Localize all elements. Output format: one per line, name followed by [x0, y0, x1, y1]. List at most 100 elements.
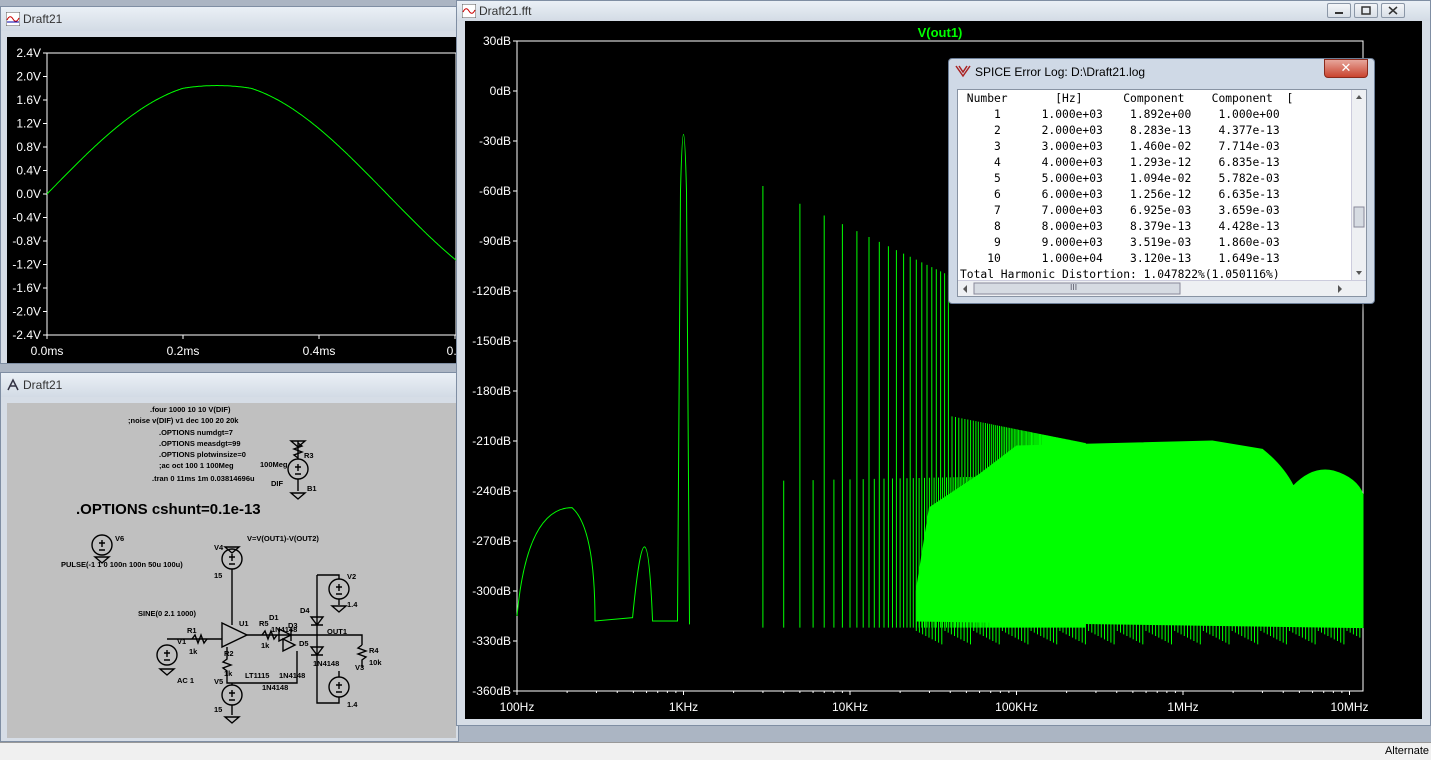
- error-log-horizontal-scrollbar[interactable]: III: [958, 280, 1366, 296]
- component-label-r3v: 100Meg: [260, 460, 288, 469]
- component-label-lt: LT1115: [245, 671, 270, 680]
- y-tick-label: 1.6V: [16, 93, 41, 107]
- y-tick-label: -240dB: [472, 484, 511, 498]
- component-label-d3m: 1N4148: [262, 683, 289, 692]
- y-tick-label: -30dB: [479, 134, 511, 148]
- waveform-trace: [46, 85, 457, 261]
- component-label-r1v: 1k: [189, 647, 198, 656]
- chart-title: V(out1): [918, 25, 963, 40]
- waveform-icon: [462, 4, 476, 18]
- v1-source-icon-sign: [164, 650, 170, 661]
- v3-source-icon-sign: [336, 682, 342, 693]
- y-tick-label: -180dB: [472, 384, 511, 398]
- component-label-d1: D1: [269, 613, 279, 622]
- close-icon: ✕: [1340, 61, 1352, 76]
- ground-icon: [223, 716, 241, 724]
- component-label-ac: AC 1: [177, 676, 195, 685]
- cshunt-directive: .OPTIONS cshunt=0.1e-13: [76, 501, 261, 518]
- y-tick-label: 0.8V: [16, 140, 41, 154]
- y-tick-label: -300dB: [472, 584, 511, 598]
- v3-wire: [316, 671, 340, 704]
- waveform-window: Draft21 2.4V 2.0V 1.6V 1.2V 0.8V 0.4V 0.0V -0.4…: [0, 6, 464, 364]
- spice-directive: .OPTIONS numdgt=7: [159, 428, 233, 437]
- y-tick-label: -60dB: [479, 184, 511, 198]
- component-label-v5: V5: [214, 677, 224, 686]
- fft-trace-low: [516, 134, 690, 625]
- waveform-window-titlebar[interactable]: Draft21: [1, 7, 458, 31]
- error-log-window: SPICE Error Log: D:\Draft21.log ✕ Number…: [948, 58, 1375, 304]
- restore-button[interactable]: [1354, 3, 1378, 18]
- fft-window-title: Draft21.fft: [479, 4, 532, 18]
- component-label-v4v: 15: [214, 571, 223, 580]
- close-icon: [1388, 6, 1398, 15]
- y-tick-label: -210dB: [472, 434, 511, 448]
- component-label-pulse: PULSE(-1 1 0 100n 100n 50u 100u): [61, 560, 183, 569]
- component-label-v4: V4: [214, 543, 224, 552]
- component-label-r3: R3: [304, 451, 314, 460]
- x-tick-label: 1KHz: [669, 700, 698, 714]
- error-log-titlebar[interactable]: SPICE Error Log: D:\Draft21.log ✕: [949, 59, 1374, 85]
- component-label-v3v: 1.4: [347, 700, 358, 709]
- component-label-r4v: 10k: [369, 658, 382, 667]
- y-tick-label: -1.6V: [12, 281, 41, 295]
- y-tick-label: -2.0V: [12, 305, 41, 319]
- x-tick-label: 100KHz: [995, 700, 1038, 714]
- y-tick-label: 30dB: [483, 34, 511, 48]
- component-label-r2: R2: [224, 649, 234, 658]
- x-tick-label: 100Hz: [500, 700, 535, 714]
- y-tick-label: 2.0V: [16, 70, 41, 84]
- ground-icon: [330, 605, 348, 613]
- y-tick-label: 0dB: [490, 84, 511, 98]
- status-bar: Alternate: [0, 742, 1431, 760]
- component-label-b1: B1: [307, 484, 317, 493]
- x-tick-label: 0.4ms: [303, 344, 336, 358]
- component-label-d4: D4: [300, 606, 310, 615]
- schematic-window-title: Draft21: [23, 378, 63, 392]
- component-label-r4: R4: [369, 646, 379, 655]
- v2-source-icon-sign: [336, 584, 342, 595]
- b1-source-icon-sign: [295, 464, 301, 475]
- x-tick-label: 0.0ms: [31, 344, 64, 358]
- y-tick-label: 1.2V: [16, 117, 41, 131]
- fft-window-titlebar[interactable]: Draft21.fft: [457, 1, 1430, 21]
- x-tick-label: 1MHz: [1167, 700, 1198, 714]
- component-label-r1: R1: [187, 626, 197, 635]
- restore-icon: [1361, 6, 1371, 15]
- component-label-d3: D3: [288, 621, 298, 630]
- component-label-v1: V1: [177, 637, 187, 646]
- waveform-plot[interactable]: 2.4V 2.0V 1.6V 1.2V 0.8V 0.4V 0.0V -0.4V -0.8V -1…: [7, 37, 464, 363]
- error-log-close-button[interactable]: ✕: [1324, 59, 1368, 78]
- error-log-vertical-scrollbar[interactable]: [1351, 90, 1366, 280]
- minimize-button[interactable]: [1327, 3, 1351, 18]
- component-label-v2: V2: [347, 572, 357, 581]
- y-tick-label: 0.0V: [16, 187, 41, 201]
- schematic-canvas[interactable]: .four 1000 10 10 V(DIF) ;noise v(DIF) v1 …: [7, 403, 456, 738]
- plot-frame: [46, 52, 457, 336]
- y-tick-label: -360dB: [472, 684, 511, 698]
- error-log-text-area[interactable]: Number [Hz] Component Component [ 1 1.00…: [957, 89, 1367, 297]
- scrollbar-arrows: [1353, 95, 1365, 275]
- component-label-d2m: 1N4148: [313, 659, 340, 668]
- schematic-icon: [7, 378, 19, 391]
- y-tick-label: 0.4V: [16, 164, 41, 178]
- close-button[interactable]: [1381, 3, 1405, 18]
- y-tick-label: -0.8V: [12, 234, 41, 248]
- component-label-sine: SINE(0 2.1 1000): [138, 609, 196, 618]
- spice-directive: .OPTIONS plotwinsize=0: [159, 450, 246, 459]
- y-tick-label: -2.4V: [12, 328, 41, 342]
- ground-icon: [158, 668, 176, 676]
- component-label-v2v: 1.4: [347, 600, 358, 609]
- waveform-chart: 2.4V 2.0V 1.6V 1.2V 0.8V 0.4V 0.0V -0.4V -0.8V -1…: [12, 46, 463, 358]
- y-tick-label: 2.4V: [16, 46, 41, 60]
- component-label-v6: V6: [115, 534, 125, 543]
- y-tick-label: -150dB: [472, 334, 511, 348]
- waveform-icon: [6, 12, 20, 26]
- component-label-dif: DIF: [271, 479, 284, 488]
- x-tick-label: 10KHz: [832, 700, 868, 714]
- y-tick-label: -270dB: [472, 534, 511, 548]
- x-tick-label: 10MHz: [1330, 700, 1368, 714]
- component-label-out1: OUT1: [327, 627, 348, 636]
- v6-source-icon-sign: [99, 540, 105, 551]
- spice-directive: ;noise v(DIF) v1 dec 100 20 20k: [128, 416, 239, 425]
- schematic-window-titlebar[interactable]: Draft21: [1, 373, 458, 397]
